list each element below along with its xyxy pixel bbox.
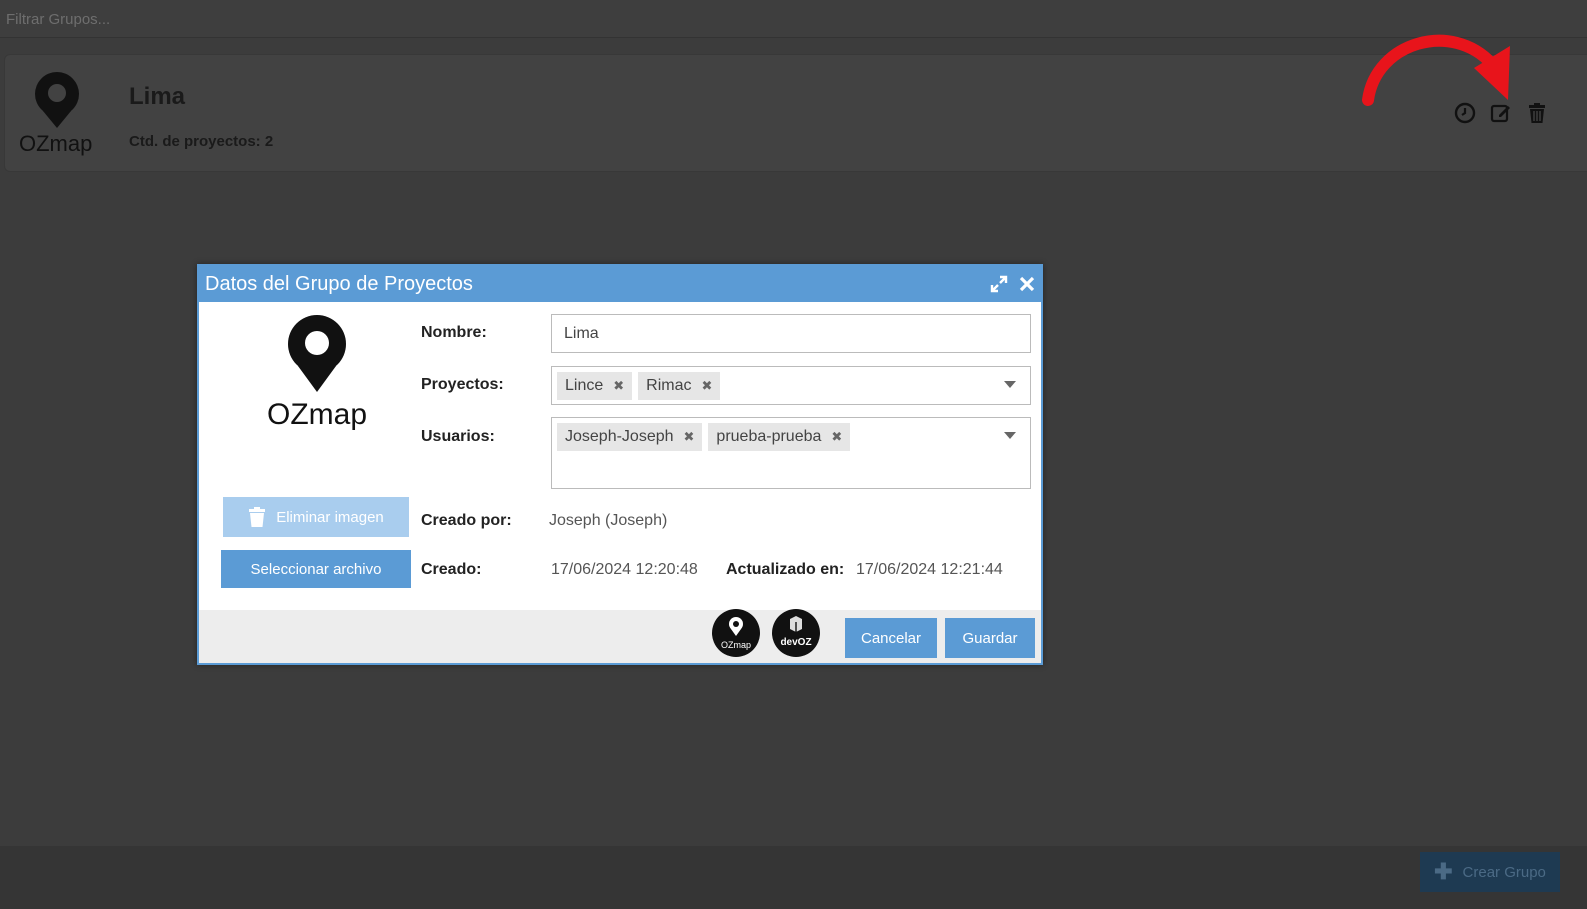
edit-icon[interactable] bbox=[1489, 101, 1513, 125]
project-tag-label: Rimac bbox=[646, 377, 692, 394]
group-project-count: Ctd. de proyectos: 2 bbox=[129, 133, 274, 150]
devoz-badge-text: devOZ bbox=[780, 637, 811, 648]
updated-value: 17/06/2024 12:21:44 bbox=[856, 561, 1003, 578]
group-data-modal: Datos del Grupo de Proyectos OZmap Elimi… bbox=[197, 264, 1043, 665]
created-value: 17/06/2024 12:20:48 bbox=[551, 561, 698, 578]
name-input[interactable] bbox=[552, 315, 1030, 352]
remove-tag-icon[interactable]: ✖ bbox=[684, 429, 695, 445]
created-label: Creado: bbox=[421, 561, 482, 578]
group-card[interactable]: OZmap Lima Ctd. de proyectos: 2 bbox=[4, 54, 1587, 172]
ozmap-logo: OZmap bbox=[19, 72, 92, 156]
name-label: Nombre: bbox=[421, 324, 487, 341]
save-button[interactable]: Guardar bbox=[945, 618, 1035, 658]
ozmap-logo-text: OZmap bbox=[267, 398, 367, 431]
users-label: Usuarios: bbox=[421, 428, 495, 445]
modal-header-controls bbox=[989, 274, 1037, 294]
updated-label: Actualizado en: bbox=[726, 561, 845, 578]
cancel-button[interactable]: Cancelar bbox=[845, 618, 937, 658]
modal-body: OZmap Eliminar imagen Seleccionar archiv… bbox=[199, 302, 1041, 612]
remove-image-button[interactable]: Eliminar imagen bbox=[223, 497, 409, 537]
remove-tag-icon[interactable]: ✖ bbox=[702, 378, 713, 394]
ozmap-badge-icon: OZmap bbox=[712, 609, 760, 657]
users-tags: Joseph-Joseph ✖ prueba-prueba ✖ bbox=[557, 423, 851, 451]
project-tag: Rimac ✖ bbox=[638, 372, 721, 400]
project-tag: Lince ✖ bbox=[557, 372, 633, 400]
user-tag: prueba-prueba ✖ bbox=[708, 423, 851, 451]
filter-groups-input[interactable] bbox=[6, 6, 606, 32]
plus-icon: ✚ bbox=[1434, 859, 1453, 884]
group-actions bbox=[1453, 101, 1549, 125]
group-title: Lima bbox=[129, 83, 186, 110]
filter-bar bbox=[0, 0, 1587, 38]
created-by-value: Joseph (Joseph) bbox=[549, 512, 668, 529]
create-group-label: Crear Grupo bbox=[1462, 863, 1546, 881]
devoz-badge-icon: devOZ bbox=[772, 609, 820, 657]
remove-tag-icon[interactable]: ✖ bbox=[831, 429, 842, 445]
projects-select[interactable]: Lince ✖ Rimac ✖ bbox=[551, 366, 1031, 405]
trash-icon bbox=[249, 507, 266, 527]
user-tag-label: Joseph-Joseph bbox=[565, 428, 674, 445]
ozmap-logo-text: OZmap bbox=[19, 131, 92, 156]
trash-icon[interactable] bbox=[1525, 101, 1549, 125]
modal-title: Datos del Grupo de Proyectos bbox=[205, 272, 473, 295]
created-by-label: Creado por: bbox=[421, 512, 512, 529]
name-field[interactable] bbox=[551, 314, 1031, 353]
user-tag-label: prueba-prueba bbox=[716, 428, 822, 445]
remove-image-label: Eliminar imagen bbox=[276, 508, 384, 526]
create-group-button[interactable]: ✚ Crear Grupo bbox=[1420, 852, 1560, 892]
close-icon[interactable] bbox=[1017, 274, 1037, 294]
ozmap-logo: OZmap bbox=[267, 315, 367, 431]
user-tag: Joseph-Joseph ✖ bbox=[557, 423, 703, 451]
history-icon[interactable] bbox=[1453, 101, 1477, 125]
remove-tag-icon[interactable]: ✖ bbox=[613, 378, 624, 394]
ozmap-badge-text: OZmap bbox=[721, 640, 751, 650]
modal-header: Datos del Grupo de Proyectos bbox=[199, 266, 1041, 302]
project-tag-label: Lince bbox=[565, 377, 604, 394]
chevron-down-icon[interactable] bbox=[1004, 432, 1016, 439]
maximize-icon[interactable] bbox=[989, 274, 1009, 294]
projects-label: Proyectos: bbox=[421, 376, 504, 393]
projects-tags: Lince ✖ Rimac ✖ bbox=[557, 372, 721, 400]
chevron-down-icon[interactable] bbox=[1004, 381, 1016, 388]
users-select[interactable]: Joseph-Joseph ✖ prueba-prueba ✖ bbox=[551, 417, 1031, 489]
page-footer bbox=[0, 846, 1587, 909]
select-file-button[interactable]: Seleccionar archivo bbox=[221, 550, 411, 588]
